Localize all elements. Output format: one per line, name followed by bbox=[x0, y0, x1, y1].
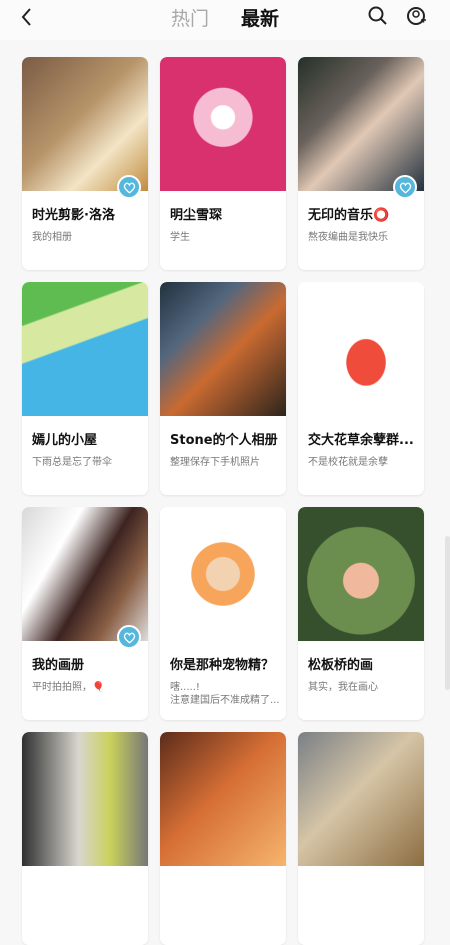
album-subtitle: 整理保存下手机照片 bbox=[170, 457, 260, 468]
upload-button[interactable] bbox=[405, 5, 427, 27]
album-cover-image bbox=[298, 57, 424, 191]
album-title: 明尘雪琛 bbox=[170, 208, 223, 223]
album-cover-image bbox=[160, 732, 286, 866]
tab-hot[interactable]: 热门 bbox=[171, 4, 209, 31]
album-subtitle: 我的相册 bbox=[32, 232, 72, 243]
album-title: 松板桥的画 bbox=[308, 658, 374, 673]
search-icon bbox=[368, 6, 387, 25]
album-cover-image bbox=[22, 57, 148, 191]
album-card[interactable]: 明尘雪琛 学生 bbox=[160, 57, 286, 270]
album-title: 你是那种宠物精？ bbox=[170, 658, 275, 673]
album-cover-image bbox=[22, 732, 148, 866]
album-card[interactable] bbox=[298, 732, 424, 945]
top-bar: 热门 最新 bbox=[0, 0, 450, 40]
album-cover-image bbox=[298, 282, 424, 416]
upload-icon bbox=[407, 7, 426, 25]
album-card[interactable] bbox=[160, 732, 286, 945]
album-subtitle: 不是校花就是余孽 bbox=[308, 457, 388, 468]
album-title: 我的画册 bbox=[32, 658, 85, 673]
album-card[interactable]: 嫣儿的小屋 下雨总是忘了带伞 bbox=[22, 282, 148, 495]
search-button[interactable] bbox=[367, 5, 389, 27]
album-subtitle: 下雨总是忘了带伞 bbox=[32, 457, 112, 468]
album-cover-image bbox=[160, 507, 286, 641]
album-title: 嫣儿的小屋 bbox=[32, 433, 98, 448]
tab-latest[interactable]: 最新 bbox=[241, 4, 279, 31]
album-subtitle: 熬夜编曲是我快乐 bbox=[308, 232, 388, 243]
album-subtitle: 其实，我在画心 bbox=[308, 682, 378, 693]
album-subtitle: 嗐.....! 注意建国后不准成精了... bbox=[170, 682, 280, 706]
album-cover-image bbox=[298, 507, 424, 641]
favorite-heart-icon[interactable] bbox=[117, 625, 141, 649]
album-card[interactable]: 无印的音乐⭕ 熬夜编曲是我快乐 bbox=[298, 57, 424, 270]
album-title: Stone的个人相册 bbox=[170, 433, 278, 448]
scrollbar[interactable] bbox=[445, 536, 450, 690]
album-cover-image bbox=[22, 282, 148, 416]
album-card[interactable]: 我的画册 平时拍拍照，🎈 bbox=[22, 507, 148, 720]
album-card[interactable]: Stone的个人相册 整理保存下手机照片 bbox=[160, 282, 286, 495]
album-card[interactable]: 松板桥的画 其实，我在画心 bbox=[298, 507, 424, 720]
album-subtitle: 学生 bbox=[170, 232, 190, 243]
favorite-heart-icon[interactable] bbox=[117, 175, 141, 199]
album-cover-image bbox=[298, 732, 424, 866]
album-subtitle: 平时拍拍照，🎈 bbox=[32, 682, 105, 693]
album-card[interactable]: 交大花草余孽群... 不是校花就是余孽 bbox=[298, 282, 424, 495]
album-cover-image bbox=[22, 507, 148, 641]
album-cover-image bbox=[160, 57, 286, 191]
favorite-heart-icon[interactable] bbox=[393, 175, 417, 199]
album-title: 无印的音乐⭕ bbox=[308, 208, 390, 223]
album-card[interactable]: 时光剪影·洛洛 我的相册 bbox=[22, 57, 148, 270]
album-card[interactable] bbox=[22, 732, 148, 945]
album-card[interactable]: 你是那种宠物精？ 嗐.....! 注意建国后不准成精了... bbox=[160, 507, 286, 720]
album-cover-image bbox=[160, 282, 286, 416]
album-title: 时光剪影·洛洛 bbox=[32, 208, 115, 223]
album-title: 交大花草余孽群... bbox=[308, 433, 414, 448]
